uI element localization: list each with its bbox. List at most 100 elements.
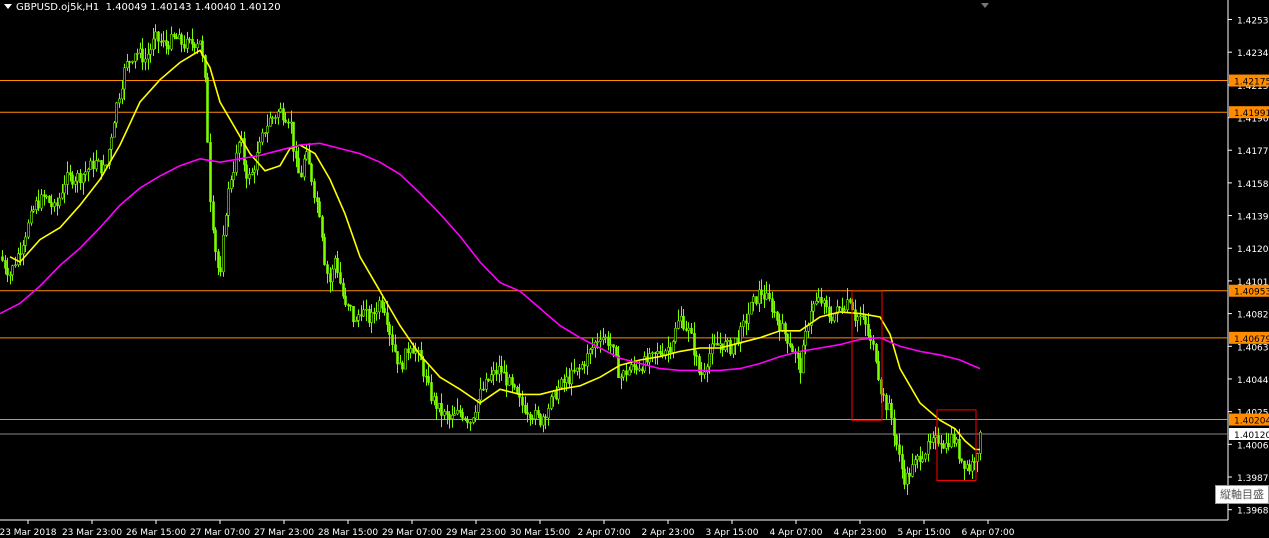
candle-body	[890, 402, 893, 419]
candle-body	[79, 173, 82, 184]
candle-body	[297, 157, 300, 174]
candle-body	[53, 202, 56, 207]
candle-body	[199, 40, 202, 45]
candle-body	[833, 313, 836, 322]
candle-body	[326, 264, 329, 274]
candle-body	[778, 320, 781, 332]
candle-body	[635, 366, 638, 371]
candle-body	[209, 142, 212, 203]
candle-body	[396, 351, 399, 365]
candle-body	[261, 132, 264, 143]
candle-body	[690, 327, 693, 334]
candle-body	[830, 316, 833, 322]
x-tick-label-9: 2 Apr 07:00	[578, 528, 631, 538]
candle-body	[191, 38, 194, 45]
candle-body	[802, 344, 805, 374]
candle-body	[45, 195, 48, 198]
candle-body	[752, 296, 755, 303]
candle-body	[82, 174, 85, 184]
candle-body	[534, 410, 537, 420]
candle-body	[95, 160, 98, 170]
candle-body	[638, 368, 641, 371]
candle-body	[612, 344, 615, 348]
candle-body	[583, 364, 586, 367]
candle-body	[69, 172, 72, 176]
candle-body	[89, 160, 92, 170]
price-level-label-4: 1.40204	[1234, 417, 1269, 427]
candle-body	[4, 260, 7, 269]
candle-body	[188, 38, 191, 41]
candle-body	[248, 174, 251, 179]
candle-body	[222, 234, 225, 273]
x-tick-label-6: 29 Mar 07:00	[382, 528, 442, 538]
candle-body	[115, 102, 118, 124]
candle-body	[849, 299, 852, 303]
candle-body	[162, 40, 165, 42]
candle-body	[526, 412, 529, 415]
y-tick-label-4: 1.41770	[1237, 147, 1269, 157]
x-tick-label-12: 4 Apr 07:00	[770, 528, 823, 538]
candle-body	[711, 343, 714, 355]
candle-body	[924, 453, 927, 460]
candle-body	[726, 339, 729, 342]
candle-body	[300, 172, 303, 178]
candle-body	[167, 45, 170, 50]
candle-body	[170, 34, 173, 50]
candle-body	[469, 422, 472, 424]
candle-body	[71, 174, 74, 185]
y-tick-label-11: 1.40440	[1237, 376, 1269, 386]
axis-tooltip: 縦軸目盛	[1215, 485, 1269, 504]
candle-body	[669, 347, 672, 353]
candle-body	[245, 164, 248, 179]
candle-body	[141, 48, 144, 63]
candle-body	[157, 31, 160, 42]
candle-body	[386, 312, 389, 325]
candle-body	[175, 36, 178, 40]
candle-body	[511, 377, 514, 385]
candle-body	[14, 264, 17, 267]
y-tick-label-9: 1.40820	[1237, 311, 1269, 321]
candle-body	[713, 343, 716, 345]
candle-body	[521, 396, 524, 406]
candle-body	[251, 172, 254, 175]
candle-body	[781, 323, 784, 332]
candle-body	[274, 117, 277, 119]
candle-body	[180, 34, 183, 45]
candle-body	[97, 160, 100, 162]
dropdown-arrow-icon[interactable]	[4, 4, 12, 9]
candle-body	[258, 141, 261, 153]
candle-body	[703, 371, 706, 375]
candle-body	[430, 382, 433, 401]
candle-body	[877, 361, 880, 380]
candle-body	[206, 77, 209, 143]
candle-body	[165, 40, 168, 46]
price-chart[interactable]: 1.425301.423401.421501.419601.417701.415…	[0, 0, 1269, 538]
candle-body	[331, 268, 334, 283]
candle-body	[570, 369, 573, 385]
candle-body	[128, 61, 131, 63]
candle-body	[235, 152, 238, 173]
candle-body	[365, 308, 368, 311]
candle-body	[872, 340, 875, 345]
candle-body	[76, 173, 79, 182]
candle-body	[269, 117, 272, 127]
candle-body	[232, 172, 235, 181]
candle-body	[48, 195, 51, 203]
candle-body	[875, 344, 878, 362]
candle-body	[37, 200, 40, 209]
candle-body	[196, 43, 199, 49]
candle-body	[524, 404, 527, 413]
candle-body	[362, 309, 365, 317]
candle-body	[282, 108, 285, 121]
candle-body	[118, 98, 121, 104]
candle-body	[344, 295, 347, 305]
candle-body	[495, 370, 498, 375]
candle-body	[789, 343, 792, 347]
candle-body	[963, 460, 966, 469]
candle-body	[212, 201, 215, 231]
candle-body	[815, 300, 818, 305]
candle-body	[472, 417, 475, 423]
x-tick-label-15: 6 Apr 07:00	[962, 528, 1015, 538]
candle-body	[825, 300, 828, 308]
candle-body	[786, 333, 789, 344]
